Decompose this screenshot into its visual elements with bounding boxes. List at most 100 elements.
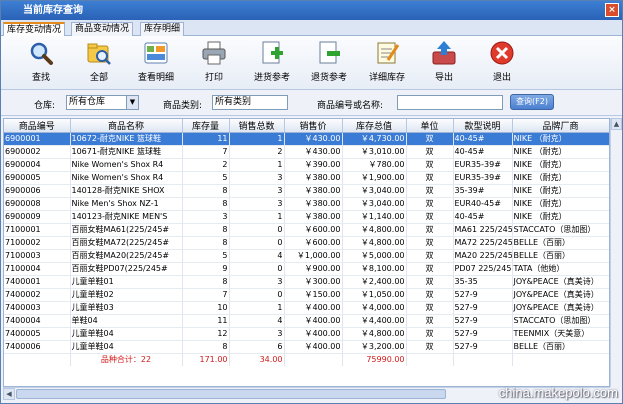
scroll-up-icon[interactable]: ▲	[611, 118, 622, 130]
table-row[interactable]: 6900009 140123-耐克NIKE MEN'S 3 1 ￥380.00 ￥1,14…	[4, 210, 609, 224]
purchase-reference-button[interactable]: 进货参考	[247, 40, 297, 83]
table-row[interactable]: 7400002 儿童单鞋02 7 0 ￥150.00 ￥1,050.00 双 527-9 JOY…	[4, 288, 609, 302]
table-row[interactable]: 7400003 儿童单鞋03 10 1 ￥400.00 ￥4,000.00 双 527-9 JO…	[4, 301, 609, 315]
warehouse-label: 仓库:	[34, 101, 56, 111]
exit-button[interactable]: 退出	[477, 40, 527, 83]
table-row[interactable]: 7100003 百丽女鞋MA20(225/245# 5 4 ￥1,000.00 ￥5,00…	[4, 249, 609, 263]
table-cell: 11	[182, 132, 230, 146]
table-cell: Nike Men's Shox NZ-1	[70, 197, 183, 211]
table-cell: 5	[182, 249, 230, 263]
table-cell: STACCATO（思加图）	[512, 314, 609, 328]
table-cell: ￥3,040.00	[342, 184, 407, 198]
close-button[interactable]: ×	[605, 3, 619, 17]
column-header[interactable]: 库存总值	[342, 119, 407, 133]
table-row[interactable]: 7100001 百丽女鞋MA61(225/245# 8 0 ￥600.00 ￥4,800.…	[4, 223, 609, 237]
vertical-scrollbar[interactable]: ▲	[610, 118, 622, 387]
table-cell: 儿童单鞋04	[70, 340, 183, 354]
table-cell: 0	[229, 262, 285, 276]
tab-strip: 库存变动情况 商品变动情况 库存明细	[1, 20, 622, 36]
tab-inventory-changes[interactable]: 库存变动情况	[3, 22, 66, 36]
column-header[interactable]: 销售价	[284, 119, 343, 133]
table-cell: 6900001	[4, 132, 71, 146]
table-cell: ￥380.00	[284, 184, 343, 198]
table-cell: NIKE （耐克）	[512, 158, 609, 172]
table-cell: ￥900.00	[284, 262, 343, 276]
total-stock: 171.00	[182, 353, 230, 367]
table-cell: 140128-耐克NIKE SHOX	[70, 184, 183, 198]
table-row[interactable]: 6900008 Nike Men's Shox NZ-1 8 3 ￥380.00 ￥3,0…	[4, 197, 609, 211]
table-cell: 8	[182, 236, 230, 250]
table-row[interactable]: 6900006 140128-耐克NIKE SHOX 8 3 ￥380.00 ￥3,040…	[4, 184, 609, 198]
table-cell: NIKE （耐克）	[512, 184, 609, 198]
find-button[interactable]: 查找	[16, 40, 66, 83]
all-button[interactable]: 全部	[74, 40, 124, 83]
code-search-input[interactable]	[397, 95, 503, 110]
column-header[interactable]: 商品编号	[4, 119, 71, 133]
tab-product-changes[interactable]: 商品变动情况	[71, 22, 134, 36]
notepad-icon	[374, 40, 400, 66]
column-header[interactable]: 单位	[406, 119, 454, 133]
column-header[interactable]: 库存量	[182, 119, 230, 133]
toolbar: 查找 全部 查看明细 打印 进货参考 退货参考 详细库存 导出 退出	[1, 36, 622, 90]
table-cell: ￥380.00	[284, 210, 343, 224]
table-cell: 双	[406, 184, 454, 198]
column-header[interactable]: 销售总数	[229, 119, 285, 133]
table-cell: BELLE（百丽）	[512, 236, 609, 250]
print-button[interactable]: 打印	[189, 40, 239, 83]
table-row[interactable]: 6900005 Nike Women's Shox R4 5 3 ￥380.00 ￥1,9…	[4, 171, 609, 185]
table-cell: 6900006	[4, 184, 71, 198]
table-cell: 5	[182, 171, 230, 185]
tab-inventory-detail[interactable]: 库存明细	[140, 22, 185, 36]
table-cell: 3	[229, 327, 285, 341]
table-row[interactable]: 6900001 10672-耐克NIKE 篮球鞋 11 1 ￥430.00 ￥4,730.…	[4, 132, 609, 146]
table-cell: 双	[406, 132, 454, 146]
table-cell: ￥300.00	[284, 275, 343, 289]
table-cell	[512, 353, 609, 367]
table-cell: PD07 225/245	[453, 262, 513, 276]
table-cell: 8	[182, 275, 230, 289]
table-cell: 10672-耐克NIKE 篮球鞋	[70, 132, 183, 146]
table-row[interactable]: 7400006 儿童单鞋04 8 6 ￥400.00 ￥3,200.00 双 527-9 BEL…	[4, 340, 609, 354]
table-cell: NIKE （耐克）	[512, 197, 609, 211]
table-cell: 140123-耐克NIKE MEN'S	[70, 210, 183, 224]
table-cell: JOY&PEACE（真美诗）	[512, 275, 609, 289]
scroll-left-icon[interactable]: ◀	[3, 388, 15, 400]
table-cell	[284, 353, 343, 367]
table-cell: 6	[229, 340, 285, 354]
query-button[interactable]: 查询(F2)	[510, 94, 554, 110]
table-cell: ￥150.00	[284, 288, 343, 302]
table-cell: ￥380.00	[284, 197, 343, 211]
table-cell: 2	[229, 145, 285, 159]
column-header[interactable]: 款型说明	[453, 119, 513, 133]
export-button[interactable]: 导出	[419, 40, 469, 83]
table-row[interactable]: 6900004 Nike Women's Shox R4 2 1 ￥390.00 ￥780…	[4, 158, 609, 172]
table-cell: ￥1,000.00	[284, 249, 343, 263]
table-cell: ￥390.00	[284, 158, 343, 172]
table-row[interactable]: 7100002 百丽女鞋MA72(225/245# 8 0 ￥600.00 ￥4,800.…	[4, 236, 609, 250]
horizontal-scroll-thumb[interactable]	[16, 389, 446, 399]
magnifier-icon	[28, 40, 54, 66]
table-cell: 1	[229, 301, 285, 315]
category-field[interactable]: 所有类别	[212, 95, 288, 110]
table-cell: ￥400.00	[284, 301, 343, 315]
view-details-button[interactable]: 查看明细	[131, 40, 181, 83]
table-row[interactable]: 7400004 单鞋04 11 4 ￥400.00 ￥4,400.00 双 527-9 STAC…	[4, 314, 609, 328]
table-cell: 10671-耐克NIKE 篮球鞋	[70, 145, 183, 159]
warehouse-select[interactable]: 所有仓库 ▼	[66, 95, 139, 110]
table-row[interactable]: 7400001 儿童单鞋01 8 3 ￥300.00 ￥2,400.00 双 35-35 JOY…	[4, 275, 609, 289]
table-row[interactable]: 6900002 10671-耐克NIKE 篮球鞋 7 2 ￥430.00 ￥3,010.0…	[4, 145, 609, 159]
table-cell: 4	[229, 249, 285, 263]
table-cell: ￥3,200.00	[342, 340, 407, 354]
table-row[interactable]: 7400005 儿童单鞋04 12 3 ￥400.00 ￥4,800.00 双 527-9 TE…	[4, 327, 609, 341]
table-cell: 双	[406, 197, 454, 211]
detailed-inventory-button[interactable]: 详细库存	[362, 40, 412, 83]
table-row[interactable]: 7100004 百丽女鞋PD07(225/245# 9 0 ￥900.00 ￥8,100.…	[4, 262, 609, 276]
table-cell: 7100001	[4, 223, 71, 237]
table-cell: 双	[406, 236, 454, 250]
table-cell: 儿童单鞋01	[70, 275, 183, 289]
table-cell: NIKE （耐克）	[512, 132, 609, 146]
return-reference-button[interactable]: 退货参考	[304, 40, 354, 83]
column-header[interactable]: 商品名称	[70, 119, 183, 133]
column-header[interactable]: 品牌厂商	[512, 119, 609, 133]
table-cell: MA20 225/245	[453, 249, 513, 263]
